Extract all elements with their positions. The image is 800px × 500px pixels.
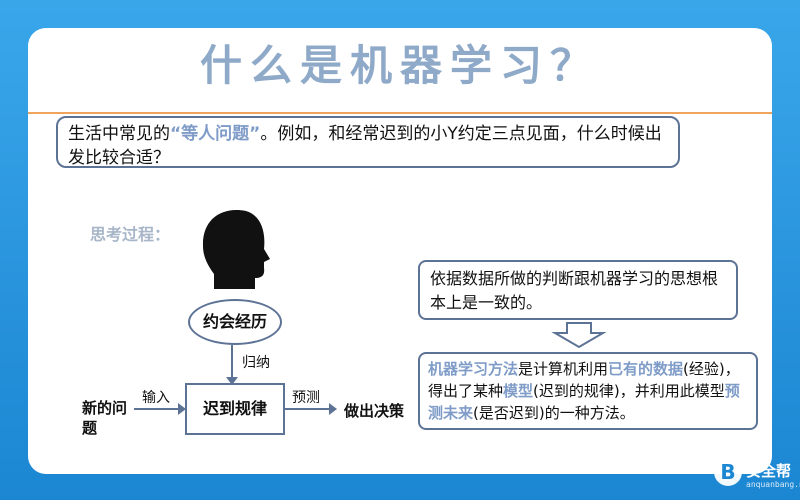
summary-box: 依据数据所做的判断跟机器学习的思想根本上是一致的。	[418, 260, 738, 320]
slide-title: 什么是机器学习？	[199, 41, 600, 90]
thinking-process-label: 思考过程：	[90, 225, 171, 244]
brand-watermark: B 安全帮 anquanbang.net	[714, 456, 800, 494]
intro-quote: “等人问题”	[170, 124, 261, 144]
brand-name: 安全帮	[746, 462, 792, 480]
definition-text-4: (是否迟到)的一种方法。	[473, 404, 635, 422]
appointment-history-node: 约会经历	[188, 299, 282, 345]
intro-box: 生活中常见的“等人问题”。例如，和经常迟到的小Y约定三点见面，什么时候出发比较合…	[56, 116, 680, 168]
definition-box: 机器学习方法是计算机利用已有的数据(经验)，得出了某种模型(迟到的规律)，并利用…	[418, 352, 758, 430]
decision-label: 做出决策	[344, 402, 405, 420]
title-divider	[28, 112, 772, 114]
input-label: 输入	[142, 390, 170, 406]
definition-text-1: 是计算机利用	[518, 360, 609, 378]
intro-prefix: 生活中常见的	[68, 124, 170, 144]
ml-method-highlight: 机器学习方法	[428, 360, 519, 378]
b-logo-icon: B	[714, 458, 742, 486]
definition-text-3: (迟到的规律)，并利用此模型	[533, 382, 725, 400]
model-highlight: 模型	[503, 382, 534, 400]
existing-data-highlight: 已有的数据	[608, 360, 684, 378]
brand-url: anquanbang.net	[746, 480, 800, 489]
lateness-rule-node: 迟到规律	[185, 383, 285, 435]
predict-label: 预测	[292, 390, 320, 406]
induce-label: 归纳	[242, 355, 270, 371]
new-problem-label: 新的问题	[82, 399, 128, 437]
